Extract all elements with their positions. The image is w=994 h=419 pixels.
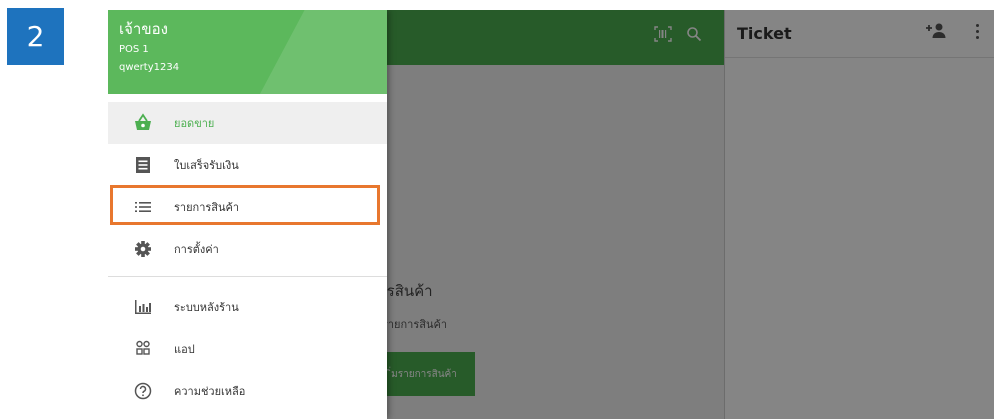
menu-item-label: ความช่วยเหลือ — [174, 385, 246, 398]
gear-icon — [131, 239, 155, 259]
owner-name: เจ้าของ — [119, 20, 168, 38]
help-icon — [131, 381, 155, 401]
app-screen: มีรายการสินค้า ารเพื่อเพิ่มรายการสินค้า … — [108, 10, 994, 419]
drawer-header: เจ้าของ POS 1 qwerty1234 — [108, 10, 387, 94]
menu-item-help[interactable]: ความช่วยเหลือ — [108, 370, 387, 412]
pos-name: POS 1 — [119, 44, 149, 55]
navigation-drawer: เจ้าของ POS 1 qwerty1234 ยอดขาย ใบเสร็จร… — [108, 10, 387, 419]
bar-chart-icon — [131, 297, 155, 317]
menu-item-label: ยอดขาย — [174, 117, 215, 130]
step-number-badge: 2 — [7, 8, 64, 65]
menu-item-label: ระบบหลังร้าน — [174, 301, 239, 314]
receipt-icon — [131, 155, 155, 175]
menu-item-apps[interactable]: แอป — [108, 328, 387, 370]
menu-item-sales[interactable]: ยอดขาย — [108, 102, 387, 144]
apps-icon — [131, 339, 155, 359]
store-id: qwerty1234 — [119, 62, 180, 73]
menu-item-receipts[interactable]: ใบเสร็จรับเงิน — [108, 144, 387, 186]
menu-item-settings[interactable]: การตั้งค่า — [108, 228, 387, 270]
menu-item-label: แอป — [174, 343, 195, 356]
menu-item-back-office[interactable]: ระบบหลังร้าน — [108, 286, 387, 328]
basket-icon — [131, 113, 155, 133]
menu-item-label: การตั้งค่า — [174, 243, 219, 256]
menu-divider — [108, 276, 387, 277]
highlight-annotation — [110, 185, 380, 225]
menu-item-label: ใบเสร็จรับเงิน — [174, 159, 239, 172]
